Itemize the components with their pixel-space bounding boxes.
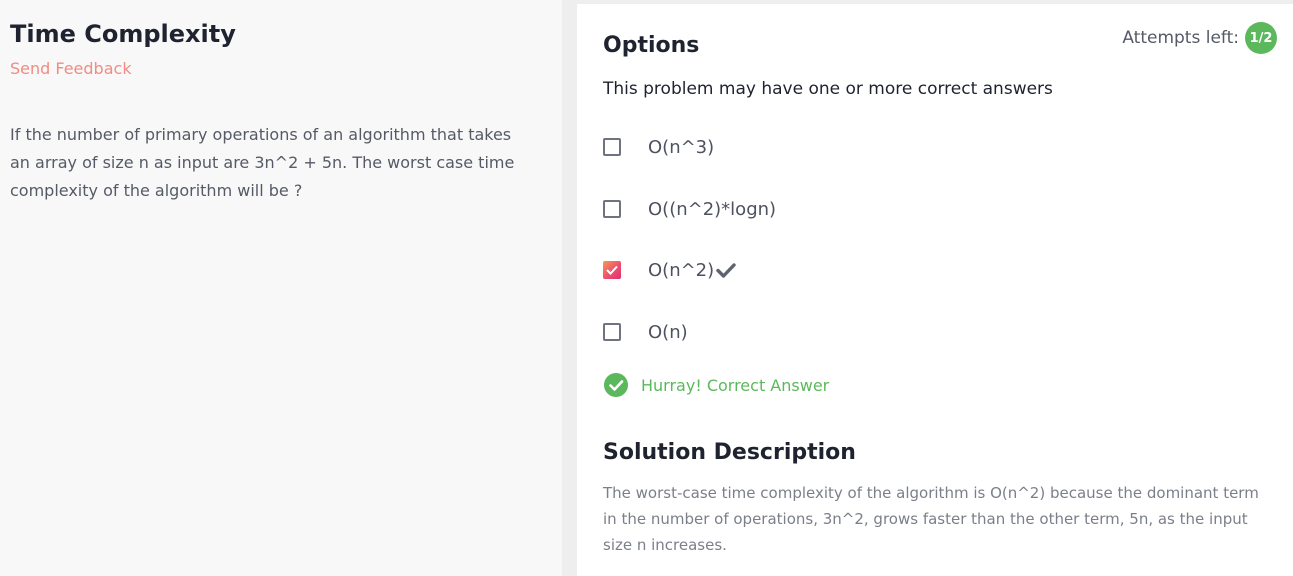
option-4-label: O(n)	[648, 321, 688, 343]
solution-heading: Solution Description	[603, 440, 856, 465]
problem-title: Time Complexity	[10, 20, 236, 48]
option-2-checkbox[interactable]	[603, 200, 621, 218]
options-panel: Options Attempts left: 1/2 This problem …	[577, 4, 1293, 576]
attempts-label: Attempts left:	[1122, 28, 1239, 48]
option-2[interactable]: O((n^2)*logn)	[603, 194, 776, 224]
attempts-badge: 1/2	[1245, 22, 1277, 54]
option-1-checkbox[interactable]	[603, 138, 621, 156]
check-icon	[716, 262, 736, 278]
result-message: Hurray! Correct Answer	[603, 372, 829, 398]
option-2-label: O((n^2)*logn)	[648, 198, 777, 220]
check-circle-icon	[604, 373, 628, 397]
checkbox-check-icon	[606, 265, 618, 275]
answers-hint: This problem may have one or more correc…	[603, 79, 1053, 99]
option-3[interactable]: O(n^2)	[603, 255, 736, 285]
option-4-checkbox[interactable]	[603, 323, 621, 341]
option-3-checkbox[interactable]	[603, 261, 621, 279]
options-heading: Options	[603, 33, 700, 58]
solution-text: The worst-case time complexity of the al…	[603, 484, 1259, 554]
option-4[interactable]: O(n)	[603, 317, 688, 347]
problem-panel: Time Complexity Send Feedback If the num…	[0, 0, 562, 576]
attempts-indicator: Attempts left: 1/2	[1122, 22, 1277, 54]
question-text: If the number of primary operations of a…	[10, 125, 515, 200]
option-3-label: O(n^2)	[648, 259, 715, 281]
option-1-label: O(n^3)	[648, 136, 715, 158]
option-1[interactable]: O(n^3)	[603, 132, 714, 162]
send-feedback-link[interactable]: Send Feedback	[10, 59, 132, 78]
result-text: Hurray! Correct Answer	[641, 375, 830, 395]
